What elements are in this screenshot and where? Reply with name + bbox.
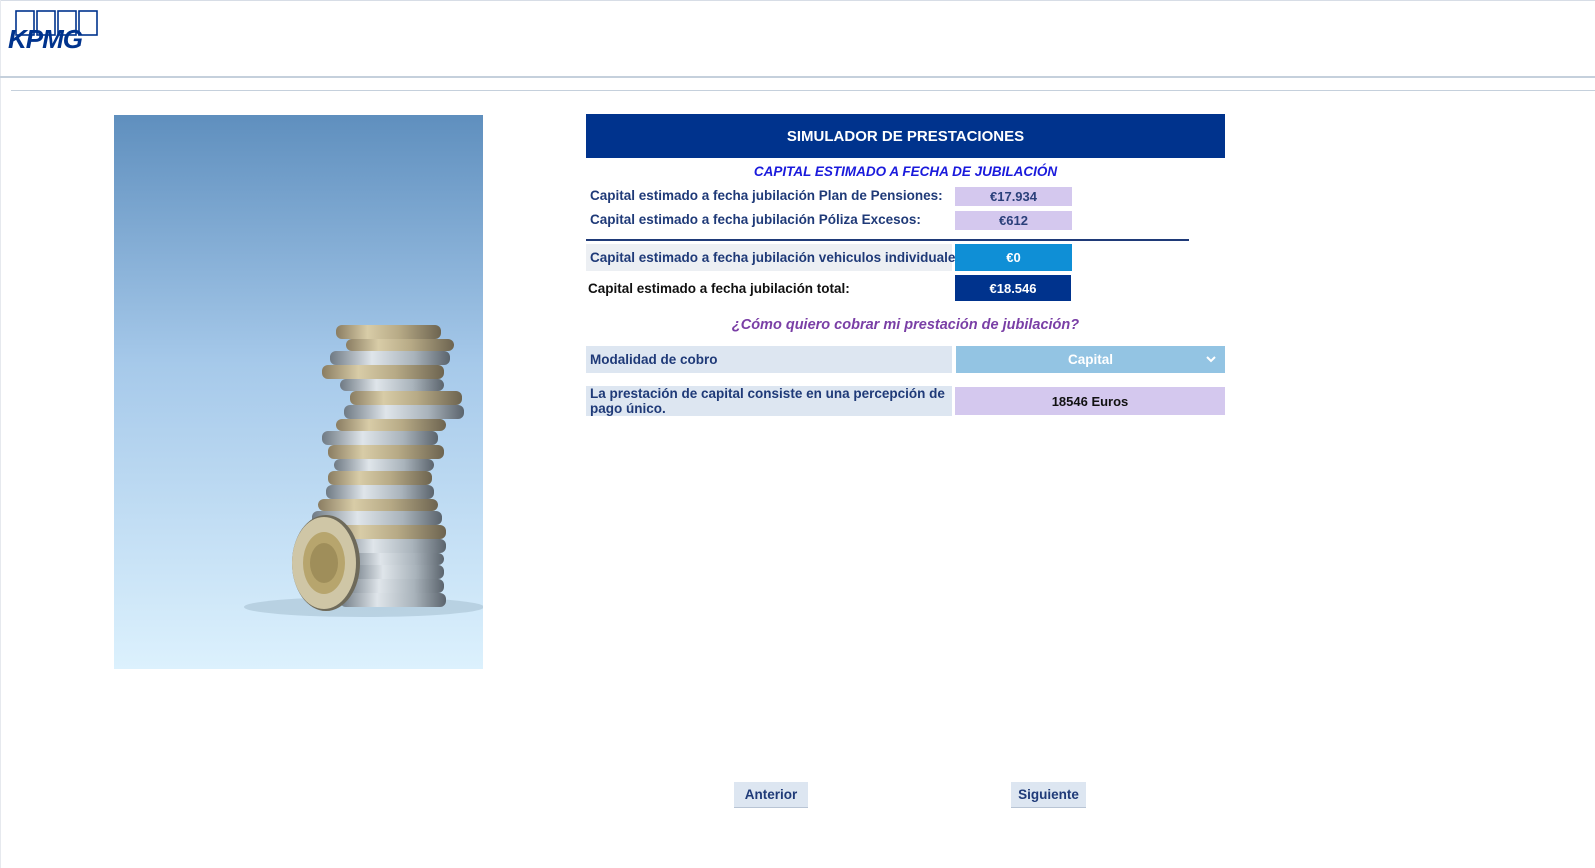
modalidad-label: Modalidad de cobro xyxy=(586,346,952,373)
panel-title: SIMULADOR DE PRESTACIONES xyxy=(586,114,1225,158)
row-label-plan-pensiones: Capital estimado a fecha jubilación Plan… xyxy=(590,188,943,203)
payment-question: ¿Cómo quiero cobrar mi prestación de jub… xyxy=(731,317,1080,333)
value-poliza-excesos: €612 xyxy=(955,211,1072,230)
value-total: €18.546 xyxy=(955,275,1071,301)
description-line-2: pago único. xyxy=(590,401,666,416)
row-label-vehiculos-individuales: Capital estimado a fecha jubilación vehi… xyxy=(590,250,968,265)
logo-text: KPMG xyxy=(8,24,83,54)
row-label-total: Capital estimado a fecha jubilación tota… xyxy=(588,281,850,296)
coins-illustration xyxy=(114,115,483,669)
coins-photo xyxy=(114,115,483,669)
header-divider-secondary xyxy=(11,90,1595,91)
kpmg-logo: KPMG xyxy=(8,10,100,54)
window-left-border xyxy=(0,0,1,868)
window-top-border xyxy=(0,0,1595,1)
header-divider xyxy=(0,76,1595,78)
description-value: 18546 Euros xyxy=(955,387,1225,415)
row-label-poliza-excesos: Capital estimado a fecha jubilación Póli… xyxy=(590,212,921,227)
anterior-button[interactable]: Anterior xyxy=(734,782,808,808)
section-subtitle: CAPITAL ESTIMADO A FECHA DE JUBILACIÓN xyxy=(753,164,1058,179)
siguiente-button[interactable]: Siguiente xyxy=(1011,782,1086,808)
modalidad-selected-value: Capital xyxy=(1067,352,1113,367)
section-separator xyxy=(586,239,1189,241)
value-plan-pensiones: €17.934 xyxy=(955,187,1072,206)
chevron-down-icon xyxy=(1206,356,1216,363)
description-label: La prestación de capital consiste en una… xyxy=(586,386,952,416)
modalidad-select[interactable]: Capital xyxy=(956,346,1225,373)
value-vehiculos-individuales: €0 xyxy=(955,244,1072,271)
description-line-1: La prestación de capital consiste en una… xyxy=(590,386,945,401)
